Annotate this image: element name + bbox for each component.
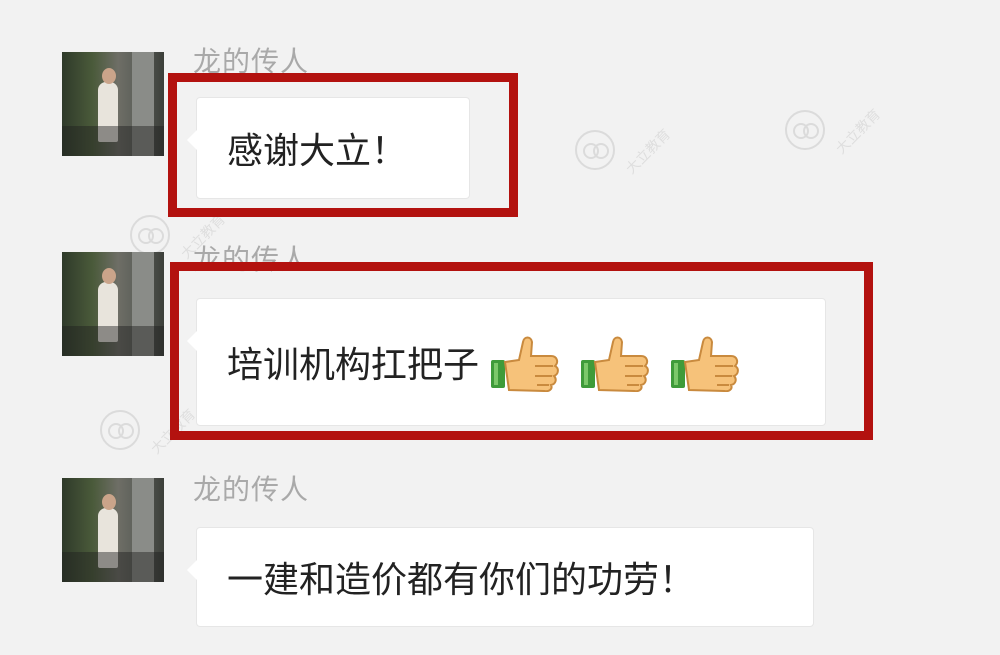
message-bubble[interactable]: 一建和造价都有你们的功劳！	[187, 527, 814, 627]
message-text: 一建和造价都有你们的功劳！	[227, 560, 696, 601]
sender-name: 龙的传人	[193, 473, 310, 506]
chat-screen: 大立教育 大立教育 大立教育 大立教育 大立教育 大立教育 大立教育 龙的传人 …	[0, 0, 1000, 655]
avatar[interactable]	[62, 252, 164, 356]
watermark-logo: 大立教育	[785, 100, 935, 160]
highlight-box	[168, 73, 518, 217]
avatar[interactable]	[62, 52, 164, 156]
avatar[interactable]	[62, 478, 164, 582]
watermark-logo: 大立教育	[575, 120, 725, 180]
highlight-box	[170, 262, 873, 440]
